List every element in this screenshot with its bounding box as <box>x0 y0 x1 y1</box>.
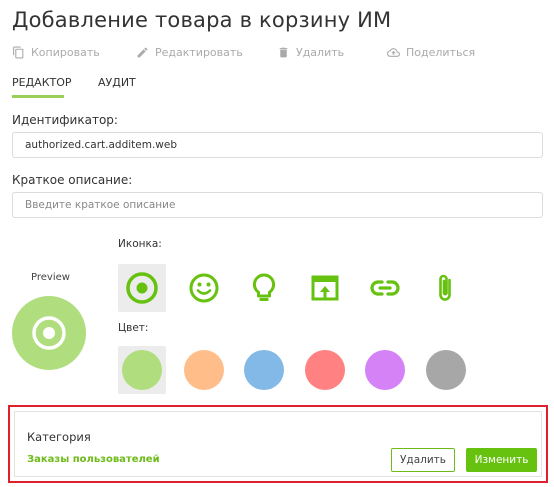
category-title: Категория <box>27 430 91 444</box>
color-option[interactable] <box>301 346 349 394</box>
description-label: Краткое описание: <box>12 173 133 187</box>
edit-label: Редактировать <box>155 46 243 59</box>
paperclip-icon <box>439 274 451 301</box>
description-field[interactable] <box>12 192 543 218</box>
preview-avatar <box>12 296 86 370</box>
color-swatch <box>184 350 224 390</box>
color-swatch <box>122 350 162 390</box>
cloud-upload-icon <box>387 48 400 57</box>
icon-label: Иконка: <box>118 238 162 250</box>
delete-label: Удалить <box>296 46 345 59</box>
category-delete-button[interactable]: Удалить <box>391 448 455 472</box>
copy-icon <box>13 46 24 59</box>
category-value[interactable]: Заказы пользователей <box>27 454 160 465</box>
lightbulb-icon <box>252 273 276 301</box>
copy-button[interactable]: Копировать <box>12 46 100 59</box>
share-label: Поделиться <box>406 46 476 59</box>
tab-bar: Редактор Аудит <box>0 72 554 98</box>
share-button[interactable]: Поделиться <box>387 46 475 59</box>
radio-target-icon <box>126 272 158 304</box>
preview-label: Preview <box>31 272 70 283</box>
identifier-input[interactable] <box>25 139 530 151</box>
pencil-icon <box>137 47 148 58</box>
tab-audit[interactable]: Аудит <box>98 76 136 89</box>
color-option[interactable] <box>240 346 288 394</box>
color-option[interactable] <box>361 346 409 394</box>
color-option[interactable] <box>180 346 228 394</box>
color-swatch <box>365 350 405 390</box>
icon-option-paperclip[interactable] <box>422 264 470 312</box>
smile-icon <box>189 273 219 303</box>
icon-option-smile[interactable] <box>180 264 228 312</box>
tab-editor[interactable]: Редактор <box>12 76 72 89</box>
open-in-app-icon <box>311 275 339 301</box>
color-swatch <box>426 350 466 390</box>
color-swatch <box>305 350 345 390</box>
link-icon <box>370 280 400 296</box>
description-input[interactable] <box>25 199 530 211</box>
icon-option-lightbulb[interactable] <box>240 264 288 312</box>
icon-option-link[interactable] <box>361 264 409 312</box>
identifier-label: Идентификатор: <box>12 113 118 127</box>
active-tab-indicator <box>12 95 64 98</box>
category-panel: Категория Заказы пользователей Удалить И… <box>14 411 542 477</box>
color-option[interactable] <box>422 346 470 394</box>
category-change-button[interactable]: Изменить <box>466 448 537 472</box>
trash-icon <box>279 47 288 58</box>
color-label: Цвет: <box>118 322 149 334</box>
page-title: Добавление товара в корзину ИМ <box>12 8 392 32</box>
edit-button[interactable]: Редактировать <box>136 46 243 59</box>
color-swatch <box>244 350 284 390</box>
icon-option-open-in-app[interactable] <box>301 264 349 312</box>
delete-button[interactable]: Удалить <box>277 46 344 59</box>
copy-label: Копировать <box>31 46 100 59</box>
radio-target-icon <box>32 316 66 350</box>
category-highlight: Категория Заказы пользователей Удалить И… <box>8 405 548 483</box>
icon-option-target[interactable] <box>118 264 166 312</box>
identifier-field[interactable] <box>12 132 543 158</box>
color-option[interactable] <box>118 346 166 394</box>
